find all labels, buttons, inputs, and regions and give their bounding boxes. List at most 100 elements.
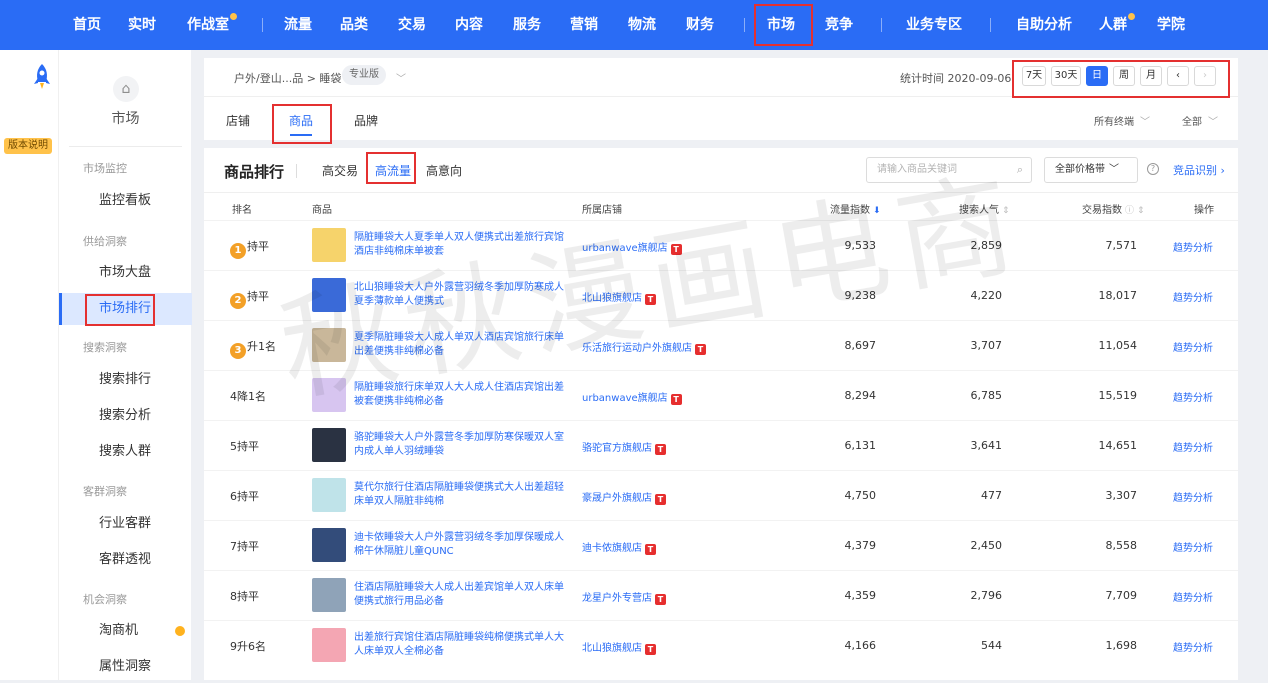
product-thumbnail[interactable] bbox=[312, 328, 346, 362]
trend-analysis-link[interactable]: 趋势分析 bbox=[1173, 389, 1213, 404]
rank-medal-icon: 1 bbox=[230, 243, 246, 259]
scope-filter[interactable]: 全部 ﹀ bbox=[1182, 113, 1218, 128]
sidebar-item-industry-customers[interactable]: 行业客群 bbox=[59, 508, 192, 540]
search-popularity: 2,796 bbox=[970, 589, 1003, 602]
nav-warroom[interactable]: 作战室 bbox=[187, 0, 237, 50]
nav-self-analysis[interactable]: 自助分析 bbox=[1016, 0, 1072, 50]
nav-divider bbox=[990, 18, 991, 32]
shop-name-link[interactable]: 豪晟户外旗舰店 bbox=[582, 493, 652, 504]
nav-marketing[interactable]: 营销 bbox=[570, 0, 598, 50]
sidebar-item-search-crowd[interactable]: 搜索人群 bbox=[59, 436, 192, 468]
rank-change: 9升6名 bbox=[230, 640, 266, 653]
nav-finance[interactable]: 财务 bbox=[686, 0, 714, 50]
product-name-link[interactable]: 住酒店隔脏睡袋大人成人出差宾馆单人双人床单便携式旅行用品必备 bbox=[354, 581, 564, 609]
trend-analysis-link[interactable]: 趋势分析 bbox=[1173, 639, 1213, 654]
nav-compete[interactable]: 竞争 bbox=[825, 0, 853, 50]
sidebar-item-search-analysis[interactable]: 搜索分析 bbox=[59, 400, 192, 432]
nav-academy[interactable]: 学院 bbox=[1157, 0, 1185, 50]
product-name-link[interactable]: 莫代尔旅行住酒店隔脏睡袋便携式大人出差超轻床单双人隔脏非纯棉 bbox=[354, 481, 564, 509]
rank-cell: 4降1名 bbox=[230, 388, 266, 404]
product-thumbnail[interactable] bbox=[312, 478, 346, 512]
traffic-index: 4,166 bbox=[844, 639, 877, 652]
product-thumbnail[interactable] bbox=[312, 378, 346, 412]
shop-cell: urbanwave旗舰店 T bbox=[582, 389, 682, 405]
product-name-link[interactable]: 迪卡侬睡袋大人户外露营羽绒冬季加厚保暖成人棉午休隔脏儿童QUNC bbox=[354, 531, 564, 559]
product-name-link[interactable]: 出差旅行宾馆住酒店隔脏睡袋纯棉便携式单人大人床单双人全棉必备 bbox=[354, 631, 564, 659]
version-notes-tag[interactable]: 版本说明 bbox=[4, 138, 52, 154]
column-header-label: 流量指数 bbox=[830, 205, 870, 216]
rank-cell: 8持平 bbox=[230, 588, 259, 604]
product-name-link[interactable]: 北山狼睡袋大人户外露营羽绒冬季加厚防寒成人夏季薄款单人便携式 bbox=[354, 281, 564, 309]
product-name-link[interactable]: 骆驼睡袋大人户外露营冬季加厚防寒保暖双人室内成人单人羽绒睡袋 bbox=[354, 431, 564, 459]
nav-crowd-label: 人群 bbox=[1099, 17, 1127, 33]
sidebar-item-attribute-insight[interactable]: 属性洞察 bbox=[59, 651, 192, 683]
nav-trade[interactable]: 交易 bbox=[398, 0, 426, 50]
shop-name-link[interactable]: 乐活旅行运动户外旗舰店 bbox=[582, 343, 692, 354]
trade-index: 7,709 bbox=[1105, 589, 1138, 602]
nav-home[interactable]: 首页 bbox=[73, 0, 101, 50]
nav-traffic[interactable]: 流量 bbox=[284, 0, 312, 50]
trend-analysis-link[interactable]: 趋势分析 bbox=[1173, 339, 1213, 354]
rocket-icon[interactable] bbox=[32, 64, 52, 90]
breadcrumb[interactable]: 户外/登山...品 > 睡袋 bbox=[234, 70, 341, 86]
shop-name-link[interactable]: urbanwave旗舰店 bbox=[582, 393, 668, 404]
column-header-rank: 排名 bbox=[232, 205, 252, 216]
shop-name-link[interactable]: 迪卡侬旗舰店 bbox=[582, 543, 642, 554]
tab-shop[interactable]: 店铺 bbox=[226, 112, 250, 129]
product-thumbnail[interactable] bbox=[312, 228, 346, 262]
ranking-panel: 商品排行 高交易 高流量 高意向 请输入商品关键词 ⌕ 全部价格带 ﹀ ? 竞品识别… bbox=[204, 148, 1238, 680]
trend-analysis-link[interactable]: 趋势分析 bbox=[1173, 239, 1213, 254]
sidebar-item-monitor-board[interactable]: 监控看板 bbox=[59, 185, 192, 217]
product-thumbnail[interactable] bbox=[312, 278, 346, 312]
shop-name-link[interactable]: 北山狼旗舰店 bbox=[582, 293, 642, 304]
shop-cell: 北山狼旗舰店 T bbox=[582, 639, 656, 655]
sidebar-item-market-overview[interactable]: 市场大盘 bbox=[59, 257, 192, 289]
edition-badge[interactable]: 专业版 bbox=[342, 65, 386, 85]
terminal-filter[interactable]: 所有终端 ﹀ bbox=[1094, 113, 1150, 128]
traffic-index: 4,379 bbox=[844, 539, 877, 552]
tab-high-trade[interactable]: 高交易 bbox=[322, 162, 358, 179]
shop-name-link[interactable]: urbanwave旗舰店 bbox=[582, 243, 668, 254]
product-thumbnail[interactable] bbox=[312, 628, 346, 662]
nav-business-zone[interactable]: 业务专区 bbox=[906, 0, 962, 50]
competitor-identify-link[interactable]: 竞品识别 › bbox=[1173, 162, 1225, 178]
trend-analysis-link[interactable]: 趋势分析 bbox=[1173, 289, 1213, 304]
column-header-search[interactable]: 搜索人气 ⇕ bbox=[959, 201, 1010, 216]
trend-analysis-link[interactable]: 趋势分析 bbox=[1173, 489, 1213, 504]
column-header-traffic[interactable]: 流量指数 ⬇ bbox=[830, 201, 881, 216]
trend-analysis-link[interactable]: 趋势分析 bbox=[1173, 439, 1213, 454]
nav-service[interactable]: 服务 bbox=[513, 0, 541, 50]
nav-realtime[interactable]: 实时 bbox=[128, 0, 156, 50]
product-name-link[interactable]: 隔脏睡袋大人夏季单人双人便携式出差旅行宾馆酒店非纯棉床单被套 bbox=[354, 231, 564, 259]
help-icon[interactable]: ? bbox=[1147, 163, 1159, 175]
product-thumbnail[interactable] bbox=[312, 428, 346, 462]
trend-analysis-link[interactable]: 趋势分析 bbox=[1173, 539, 1213, 554]
sidebar-item-customer-insight[interactable]: 客群透视 bbox=[59, 544, 192, 576]
chevron-down-icon[interactable]: ﹀ bbox=[396, 70, 406, 85]
product-name-link[interactable]: 隔脏睡袋旅行床单双人大人成人住酒店宾馆出差被套便携非纯棉必备 bbox=[354, 381, 564, 409]
shop-name-link[interactable]: 骆驼官方旗舰店 bbox=[582, 443, 652, 454]
price-band-select[interactable]: 全部价格带 ﹀ bbox=[1044, 157, 1138, 183]
sidebar-group-label: 搜索洞察 bbox=[83, 341, 127, 354]
product-search-input[interactable]: 请输入商品关键词 ⌕ bbox=[866, 157, 1032, 183]
product-thumbnail[interactable] bbox=[312, 578, 346, 612]
sidebar-item-opportunity[interactable]: 淘商机 bbox=[59, 615, 192, 647]
trend-analysis-link[interactable]: 趋势分析 bbox=[1173, 589, 1213, 604]
shop-name-link[interactable]: 龙星户外专营店 bbox=[582, 593, 652, 604]
search-icon[interactable]: ⌕ bbox=[1017, 158, 1023, 182]
product-thumbnail[interactable] bbox=[312, 528, 346, 562]
trade-index: 18,017 bbox=[1098, 289, 1138, 302]
column-header-label: 交易指数 bbox=[1082, 205, 1122, 216]
column-header-trade[interactable]: 交易指数 ⓘ ⇕ bbox=[1082, 201, 1145, 216]
shop-name-link[interactable]: 北山狼旗舰店 bbox=[582, 643, 642, 654]
tab-high-intent[interactable]: 高意向 bbox=[426, 162, 462, 179]
nav-logistics[interactable]: 物流 bbox=[628, 0, 656, 50]
nav-category[interactable]: 品类 bbox=[340, 0, 368, 50]
nav-crowd[interactable]: 人群 bbox=[1099, 0, 1135, 50]
nav-content[interactable]: 内容 bbox=[455, 0, 483, 50]
sidebar-item-search-ranking[interactable]: 搜索排行 bbox=[59, 364, 192, 396]
sort-icon: ⇕ bbox=[1137, 206, 1145, 216]
product-name-link[interactable]: 夏季隔脏睡袋大人成人单双人酒店宾馆旅行床单出差便携非纯棉必备 bbox=[354, 331, 564, 359]
traffic-index: 4,750 bbox=[844, 489, 877, 502]
tab-brand[interactable]: 品牌 bbox=[354, 112, 378, 129]
